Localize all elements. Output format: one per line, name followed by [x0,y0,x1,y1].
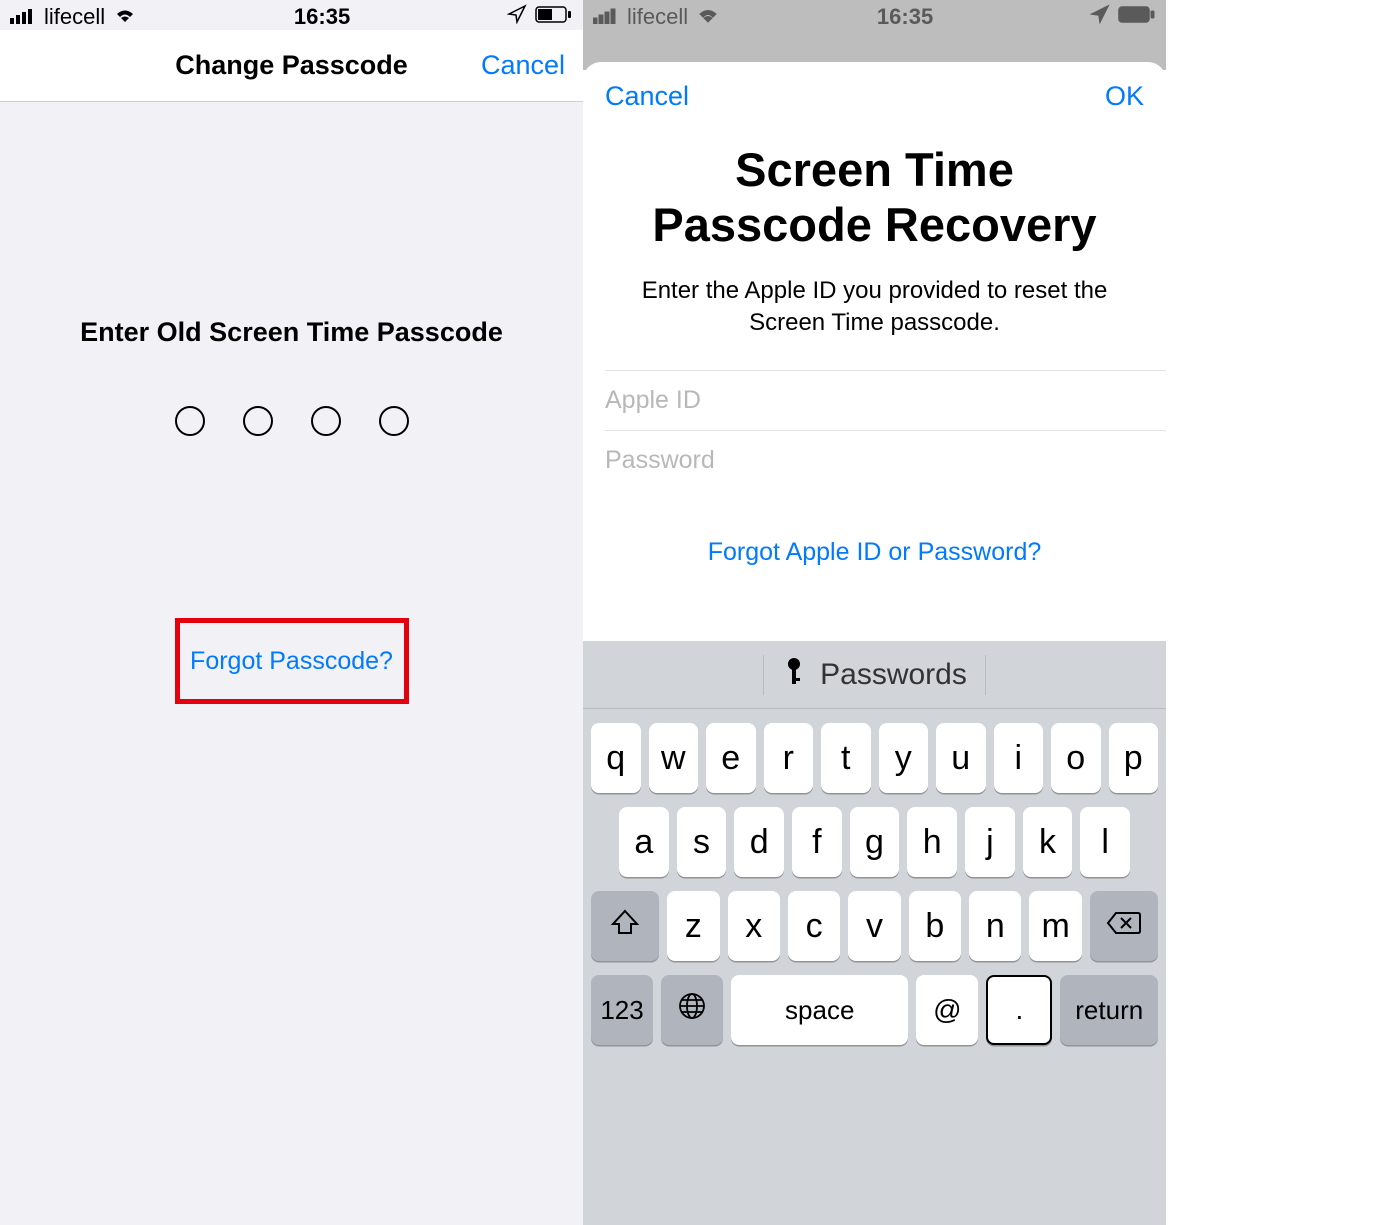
key-123[interactable]: 123 [591,975,653,1045]
key-e[interactable]: e [706,723,756,793]
status-bar: lifecell 16:35 [583,0,1166,30]
battery-icon [1118,4,1156,30]
status-bar: lifecell 16:35 [0,0,583,30]
key-u[interactable]: u [936,723,986,793]
page-title: Change Passcode [175,50,408,81]
divider [763,655,764,695]
key-i[interactable]: i [994,723,1044,793]
key-icon [782,656,806,694]
globe-icon [677,991,707,1030]
forgot-appleid-link[interactable]: Forgot Apple ID or Password? [583,538,1166,567]
suggestion-label: Passwords [820,658,967,692]
key-w[interactable]: w [649,723,699,793]
screenshot-left: lifecell 16:35 Change Passcode Cancel En… [0,0,583,1225]
key-space[interactable]: space [731,975,908,1045]
key-a[interactable]: a [619,807,669,877]
sheet-title-line2: Passcode Recovery [652,198,1096,251]
passcode-dot [243,406,273,436]
keyboard: Passwords q w e r t y u i o p [583,641,1166,1225]
passcode-dot [311,406,341,436]
status-time: 16:35 [294,4,350,30]
key-shift[interactable] [591,891,659,961]
sheet-nav: Cancel OK [583,62,1166,130]
key-dot[interactable]: . [986,975,1052,1045]
key-b[interactable]: b [909,891,961,961]
nav-bar: Change Passcode Cancel [0,30,583,102]
divider [985,655,986,695]
keyboard-row-1: q w e r t y u i o p [583,709,1166,793]
sheet-subtitle: Enter the Apple ID you provided to reset… [583,253,1166,370]
passcode-prompt: Enter Old Screen Time Passcode [0,317,583,348]
shift-icon [610,907,640,946]
key-p[interactable]: p [1109,723,1159,793]
key-z[interactable]: z [667,891,719,961]
passcode-dot [379,406,409,436]
recovery-sheet: Cancel OK Screen Time Passcode Recovery … [583,62,1166,1225]
wifi-icon [696,4,720,30]
cellular-signal-icon [593,4,619,30]
key-o[interactable]: o [1051,723,1101,793]
keyboard-row-4: 123 space @ . return [583,961,1166,1055]
key-x[interactable]: x [728,891,780,961]
key-globe[interactable] [661,975,723,1045]
key-l[interactable]: l [1080,807,1130,877]
key-j[interactable]: j [965,807,1015,877]
background-dimmed: lifecell 16:35 [583,0,1166,70]
key-c[interactable]: c [788,891,840,961]
key-g[interactable]: g [850,807,900,877]
apple-id-placeholder: Apple ID [605,386,701,415]
keyboard-row-3: z x c v b n m [583,877,1166,961]
sheet-title-line1: Screen Time [735,143,1014,196]
screenshot-right: lifecell 16:35 [583,0,1166,1225]
password-placeholder: Password [605,446,715,475]
sheet-title: Screen Time Passcode Recovery [583,130,1166,253]
wifi-icon [113,4,137,30]
key-y[interactable]: y [879,723,929,793]
key-q[interactable]: q [591,723,641,793]
location-icon [507,4,527,30]
key-t[interactable]: t [821,723,871,793]
apple-id-field[interactable]: Apple ID [605,370,1166,430]
key-backspace[interactable] [1090,891,1158,961]
passcode-input[interactable] [0,406,583,436]
ok-button[interactable]: OK [1105,81,1144,112]
status-time: 16:35 [877,4,933,30]
key-v[interactable]: v [848,891,900,961]
cellular-signal-icon [10,4,36,30]
keyboard-row-2: a s d f g h j k l [583,793,1166,877]
carrier-label: lifecell [627,4,688,30]
location-icon [1090,4,1110,30]
passcode-dot [175,406,205,436]
key-k[interactable]: k [1023,807,1073,877]
key-at[interactable]: @ [916,975,978,1045]
key-r[interactable]: r [764,723,814,793]
key-return[interactable]: return [1060,975,1158,1045]
cancel-button[interactable]: Cancel [605,81,689,112]
key-h[interactable]: h [907,807,957,877]
battery-icon [535,4,573,30]
password-field[interactable]: Password [605,430,1166,490]
key-f[interactable]: f [792,807,842,877]
passwords-suggestion[interactable]: Passwords [782,656,967,694]
keyboard-suggestion-bar: Passwords [583,641,1166,709]
cancel-button[interactable]: Cancel [481,50,565,81]
key-n[interactable]: n [969,891,1021,961]
forgot-passcode-highlight: Forgot Passcode? [175,618,409,704]
key-m[interactable]: m [1029,891,1081,961]
key-d[interactable]: d [734,807,784,877]
key-s[interactable]: s [677,807,727,877]
forgot-passcode-link[interactable]: Forgot Passcode? [190,647,393,676]
carrier-label: lifecell [44,4,105,30]
backspace-icon [1106,907,1142,946]
